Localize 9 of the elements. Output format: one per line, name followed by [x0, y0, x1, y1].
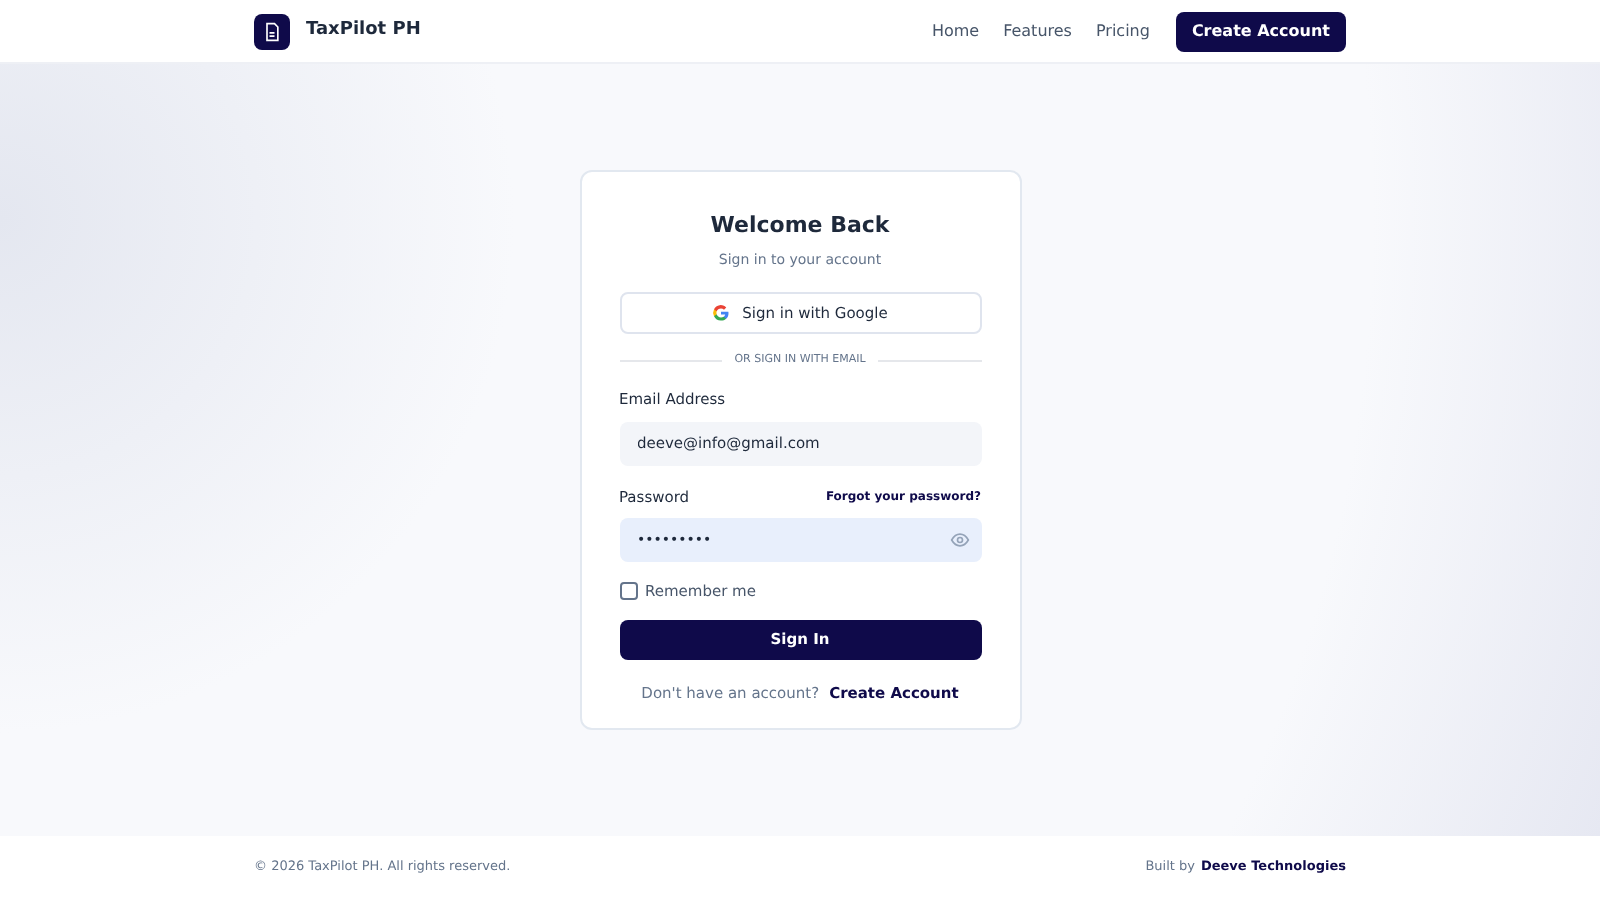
brand-name: TaxPilot PH — [306, 17, 421, 44]
nav-link[interactable]: Features — [1003, 19, 1072, 43]
card-title: Welcome Back — [708, 210, 892, 242]
nav-link[interactable]: Pricing — [1095, 19, 1150, 43]
logo-icon — [254, 13, 290, 49]
remember-checkbox[interactable] — [619, 581, 637, 600]
nav-link[interactable]: Home — [931, 19, 980, 43]
create-account-button[interactable]: Create Account — [1175, 11, 1346, 51]
google-icon — [712, 304, 731, 322]
